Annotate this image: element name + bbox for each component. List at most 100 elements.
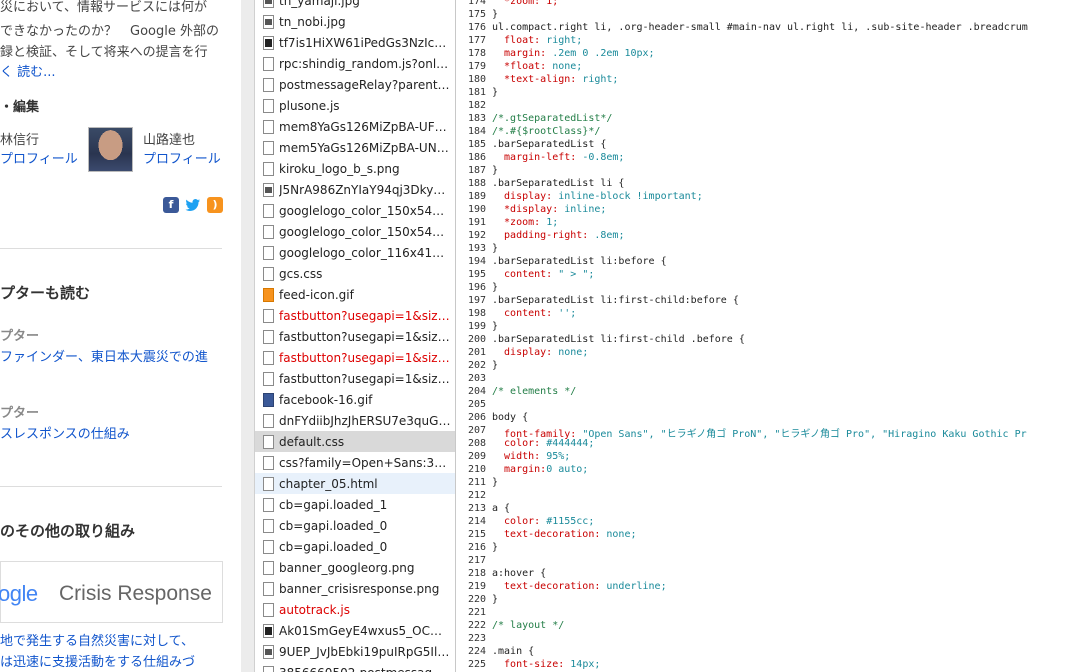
file-row[interactable]: googlelogo_color_116x41dp.... — [255, 242, 455, 263]
code-line: width: 95%; — [492, 451, 570, 462]
code-token: /* elements */ — [492, 386, 577, 397]
line-number: 224 — [467, 646, 486, 657]
line-number: 186 — [467, 152, 486, 163]
line-number: 175 — [467, 9, 486, 20]
code-line: color: #1155cc; — [492, 516, 594, 527]
file-row[interactable]: googlelogo_color_150x54dp.... — [255, 221, 455, 242]
code-line: content: " > "; — [492, 269, 594, 280]
file-row[interactable]: fastbutton?usegapi=1&size=s... — [255, 368, 455, 389]
code-token: margin: — [492, 48, 553, 59]
file-row[interactable]: J5NrA986ZnYIaY94qj3Dky5P... — [255, 179, 455, 200]
file-row[interactable]: tn_nobi.jpg — [255, 11, 455, 32]
file-name: autotrack.js — [279, 602, 350, 617]
code-token: .barSeparatedList li { — [492, 178, 625, 189]
code-token: " > "; — [558, 269, 595, 280]
code-token: } — [492, 321, 499, 332]
document-file-icon — [263, 434, 274, 449]
file-row[interactable]: chapter_05.html — [255, 473, 455, 494]
file-row[interactable]: rpc:shindig_random.js?onloa... — [255, 53, 455, 74]
file-row[interactable]: default.css — [255, 431, 455, 452]
document-file-icon — [263, 203, 274, 218]
code-line: content: ''; — [492, 308, 576, 319]
file-row[interactable]: 3856660502-postmessagerel... — [255, 662, 455, 672]
file-row[interactable]: plusone.js — [255, 95, 455, 116]
file-row[interactable]: 9UEP_JvJbEbki19puIRpG5Ilg... — [255, 641, 455, 662]
chapter2-link[interactable]: スレスポンスの仕組み — [0, 423, 130, 442]
code-token: .main { — [492, 646, 535, 657]
file-row[interactable]: fastbutton?usegapi=1&size=s... — [255, 305, 455, 326]
panel-splitter[interactable] — [241, 0, 255, 672]
line-number: 194 — [467, 256, 486, 267]
file-row[interactable]: googlelogo_color_150x54dp.... — [255, 200, 455, 221]
code-token: *zoom: 1; — [492, 0, 559, 7]
facebook-icon[interactable]: f — [163, 197, 179, 213]
twitter-icon[interactable] — [185, 197, 201, 213]
file-row[interactable]: Ak01SmGeyE4wxus5_OCQsH... — [255, 620, 455, 641]
file-row[interactable]: gcs.css — [255, 263, 455, 284]
file-name: banner_googleorg.png — [279, 560, 415, 575]
code-token: 14px; — [570, 659, 601, 670]
line-number: 211 — [467, 477, 486, 488]
code-token: float: — [492, 35, 547, 46]
code-line: /* layout */ — [492, 620, 564, 631]
author1-profile-link[interactable]: プロフィール — [0, 148, 78, 167]
line-number: 204 — [467, 386, 486, 397]
file-row[interactable]: fastbutton?usegapi=1&size=s... — [255, 326, 455, 347]
author2-avatar[interactable] — [88, 127, 133, 172]
rss-icon[interactable]: ) — [207, 197, 223, 213]
file-row[interactable]: banner_googleorg.png — [255, 557, 455, 578]
code-line: } — [492, 243, 498, 254]
line-number: 206 — [467, 412, 486, 423]
author2-name: 山路達也 — [143, 133, 196, 148]
file-name: banner_crisisresponse.png — [279, 581, 440, 596]
code-token: inline-block !important; — [558, 191, 703, 202]
file-row[interactable]: mem8YaGs126MiZpBA-UFVZ... — [255, 116, 455, 137]
read-more-link[interactable]: く 読む... — [0, 61, 56, 80]
file-name: fastbutton?usegapi=1&size=s... — [279, 308, 451, 323]
file-row[interactable]: facebook-16.gif — [255, 389, 455, 410]
file-row[interactable]: tf7is1HiXW61iPedGs3NzIceA... — [255, 32, 455, 53]
file-name: default.css — [279, 434, 345, 449]
author2-profile-link[interactable]: プロフィール — [143, 148, 221, 167]
file-row[interactable]: autotrack.js — [255, 599, 455, 620]
file-row[interactable]: css?family=Open+Sans:300,4... — [255, 452, 455, 473]
file-row[interactable]: cb=gapi.loaded_0 — [255, 515, 455, 536]
document-file-icon — [263, 497, 274, 512]
file-row[interactable]: fastbutton?usegapi=1&size=s... — [255, 347, 455, 368]
file-row[interactable]: tn_yamaji.jpg — [255, 0, 455, 11]
code-token: *zoom: — [492, 217, 547, 228]
document-file-icon — [263, 245, 274, 260]
code-line: } — [492, 9, 498, 20]
file-row[interactable]: dnFYdiibJhzJhERSU7e3quGX... — [255, 410, 455, 431]
code-token: width: — [492, 451, 547, 462]
code-token: ul.compact.right li, .org-header-small #… — [492, 22, 1028, 33]
code-line: } — [492, 477, 498, 488]
code-token: display: — [492, 191, 559, 202]
code-line: *text-align: right; — [492, 74, 618, 85]
chapter1-label: プター — [0, 329, 40, 344]
code-token: } — [492, 282, 499, 293]
image-file-icon — [263, 623, 274, 638]
line-number: 182 — [467, 100, 486, 111]
file-row[interactable]: feed-icon.gif — [255, 284, 455, 305]
code-line: body { — [492, 412, 528, 423]
file-row[interactable]: kiroku_logo_b_s.png — [255, 158, 455, 179]
line-number: 207 — [467, 425, 486, 436]
intro-line-3: 録と検証、そして将来への提言を行 — [0, 45, 208, 60]
line-number: 190 — [467, 204, 486, 215]
bottom-link-line-1[interactable]: 地で発生する自然災害に対して、 — [0, 630, 194, 649]
file-name: mem8YaGs126MiZpBA-UFVZ... — [279, 119, 451, 134]
crisis-response-banner[interactable]: ogle Crisis Response — [0, 561, 223, 623]
code-line: /* elements */ — [492, 386, 576, 397]
file-row[interactable]: cb=gapi.loaded_1 — [255, 494, 455, 515]
file-row[interactable]: banner_crisisresponse.png — [255, 578, 455, 599]
bottom-link-line-2[interactable]: は迅速に支援活動をする仕組みづ — [0, 651, 195, 670]
chapter1-link[interactable]: ファインダー、東日本大震災での進 — [0, 346, 208, 365]
code-token: content: — [492, 269, 559, 280]
document-file-icon — [263, 56, 274, 71]
file-row[interactable]: postmessageRelay?parent=h... — [255, 74, 455, 95]
file-row[interactable]: mem5YaGs126MiZpBA-UN7r... — [255, 137, 455, 158]
file-row[interactable]: cb=gapi.loaded_0 — [255, 536, 455, 557]
line-number: 214 — [467, 516, 486, 527]
file-name: fastbutton?usegapi=1&size=s... — [279, 329, 451, 344]
